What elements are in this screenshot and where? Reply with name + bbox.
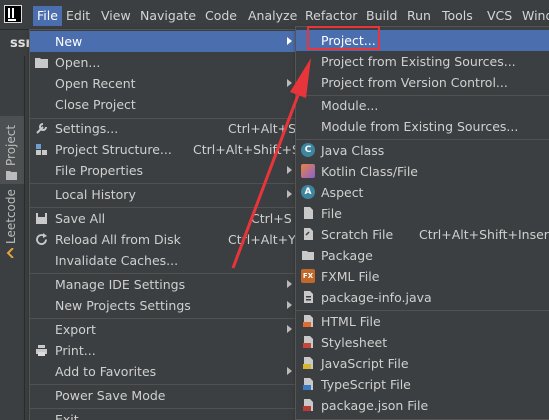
annotation-arrow-icon	[231, 58, 311, 269]
